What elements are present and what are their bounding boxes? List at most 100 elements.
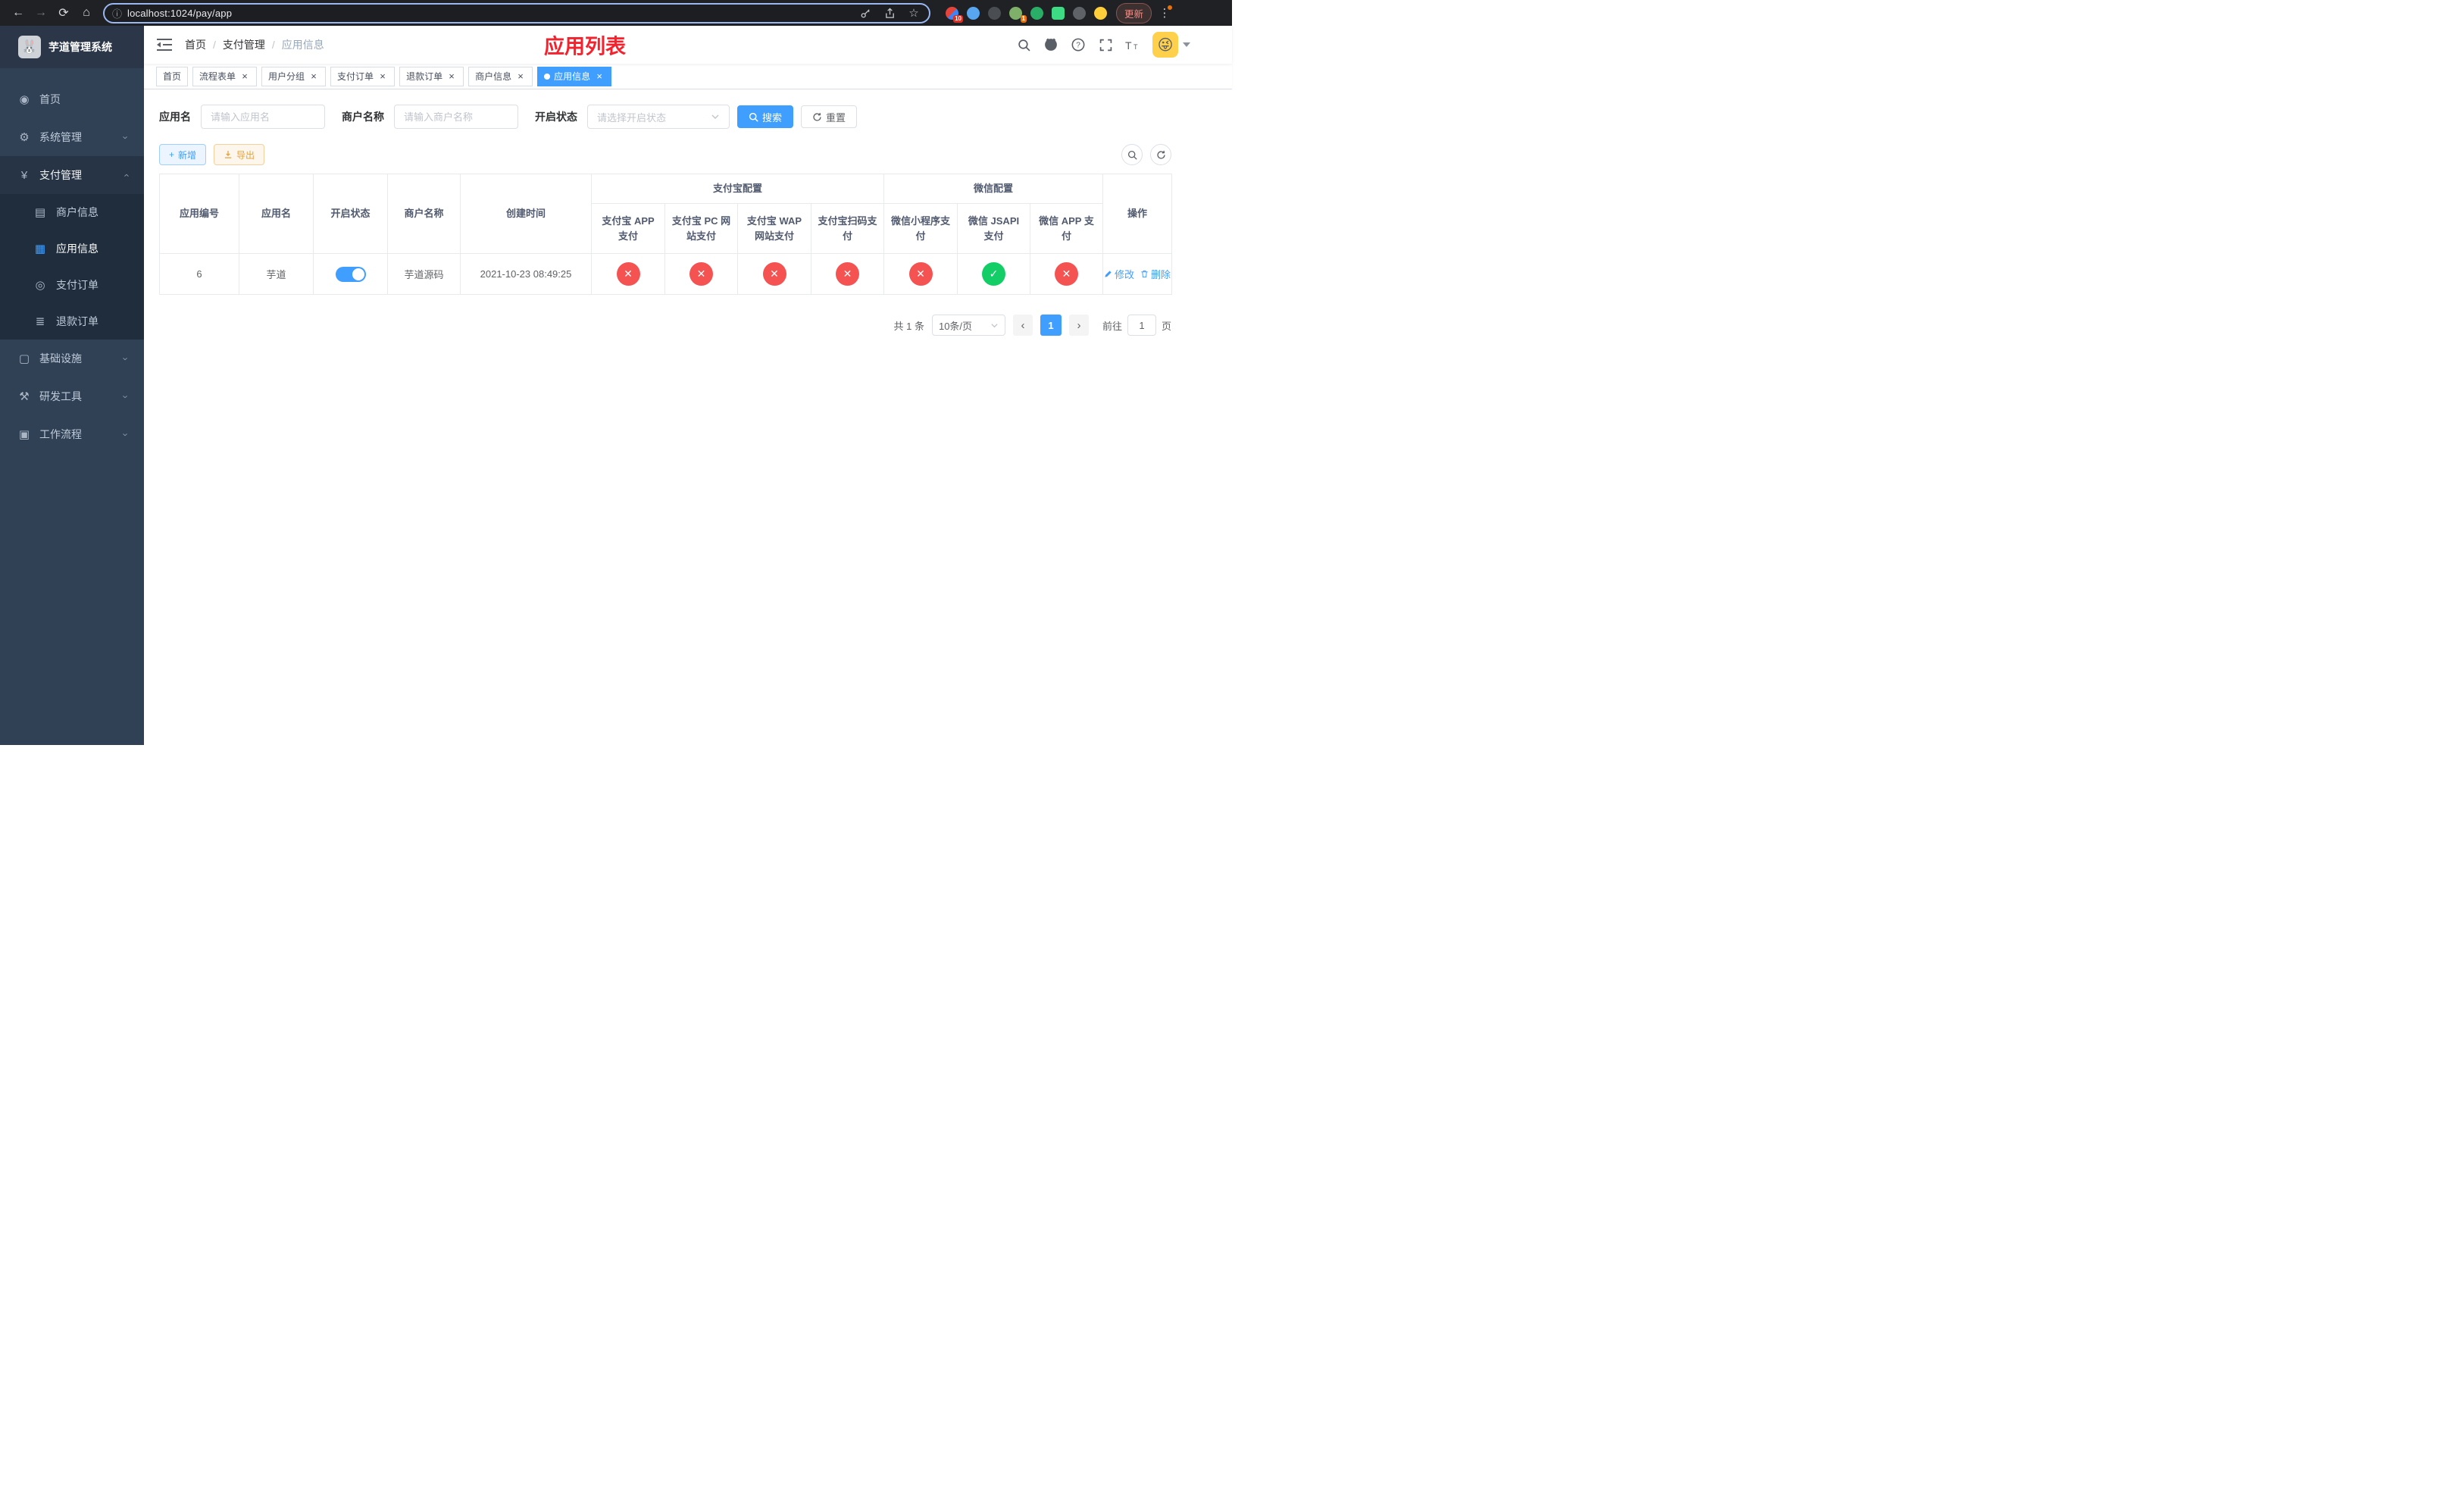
col-wx-app: 微信 APP 支付 bbox=[1030, 203, 1104, 255]
help-icon[interactable]: ? bbox=[1071, 37, 1086, 52]
pagination: 共 1 条 10条/页 ‹ 1 › 前往 页 bbox=[159, 315, 1171, 337]
notes-extension-icon[interactable] bbox=[1052, 6, 1065, 20]
reload-icon[interactable]: ⟳ bbox=[53, 2, 74, 23]
github-icon[interactable] bbox=[1043, 37, 1058, 52]
key-icon[interactable] bbox=[858, 5, 873, 20]
sidebar-item-merchant-info[interactable]: ▤ 商户信息 bbox=[0, 194, 144, 230]
avatar-extension-icon[interactable]: 1 bbox=[1009, 6, 1027, 23]
user-avatar-menu[interactable]: 😜 bbox=[1152, 32, 1190, 58]
alipay-pc-status-icon: ✕ bbox=[689, 262, 713, 286]
sidebar-item-payment[interactable]: ¥ 支付管理 › bbox=[0, 156, 144, 194]
address-bar[interactable]: ⓘ localhost:1024/pay/app ☆ bbox=[103, 2, 930, 23]
site-info-icon[interactable]: ⓘ bbox=[112, 6, 122, 20]
sidebar-item-dev-tools[interactable]: ⚒ 研发工具 › bbox=[0, 377, 144, 415]
fullscreen-icon[interactable] bbox=[1098, 37, 1113, 52]
cell-created: 2021-10-23 08:49:25 bbox=[460, 253, 592, 296]
col-status: 开启状态 bbox=[313, 173, 388, 255]
cell-merchant: 芋道源码 bbox=[387, 253, 461, 296]
wx-jsapi-status-icon: ✓ bbox=[982, 262, 1006, 286]
reset-button[interactable]: 重置 bbox=[801, 105, 858, 128]
pagination-total: 共 1 条 bbox=[893, 320, 924, 332]
merchant-name-input[interactable] bbox=[404, 111, 508, 123]
sidebar-item-infrastructure[interactable]: ▢ 基础设施 › bbox=[0, 340, 144, 377]
browser-menu-icon[interactable]: ⋮ bbox=[1156, 5, 1173, 20]
font-size-icon[interactable]: TT bbox=[1125, 37, 1140, 52]
dark-extension-icon[interactable] bbox=[988, 6, 1001, 20]
sidebar-item-home[interactable]: ◉ 首页 bbox=[0, 80, 144, 118]
export-button[interactable]: 导出 bbox=[214, 144, 265, 165]
tab-process-form[interactable]: 流程表单 × bbox=[192, 66, 258, 86]
sidebar-item-refund-orders[interactable]: ≣ 退款订单 bbox=[0, 303, 144, 340]
sidebar-item-workflow[interactable]: ▣ 工作流程 › bbox=[0, 415, 144, 453]
hide-search-button[interactable] bbox=[1121, 144, 1143, 165]
emoji-extension-icon[interactable] bbox=[1094, 6, 1107, 20]
dashboard-icon: ◉ bbox=[19, 93, 30, 106]
drop-extension-icon[interactable] bbox=[967, 6, 980, 20]
app-logo[interactable]: 🐰 芋道管理系统 bbox=[0, 26, 144, 68]
chevron-down-icon: › bbox=[120, 432, 132, 437]
cell-app-id: 6 bbox=[159, 253, 239, 296]
close-icon[interactable]: × bbox=[308, 71, 319, 82]
col-wx-mini: 微信小程序支付 bbox=[883, 203, 958, 255]
col-app-name: 应用名 bbox=[239, 173, 314, 255]
goto-page-input[interactable] bbox=[1127, 315, 1156, 337]
cell-status bbox=[313, 253, 388, 296]
logo-image: 🐰 bbox=[18, 36, 41, 58]
close-icon[interactable]: × bbox=[594, 71, 605, 82]
breadcrumb-payment[interactable]: 支付管理 bbox=[223, 37, 265, 52]
tab-refund-orders[interactable]: 退款订单 × bbox=[399, 66, 464, 86]
merchant-name-label: 商户名称 bbox=[342, 111, 384, 123]
hamburger-icon[interactable] bbox=[156, 38, 173, 52]
breadcrumb-home[interactable]: 首页 bbox=[185, 37, 206, 52]
payment-submenu: ▤ 商户信息 ▦ 应用信息 ◎ 支付订单 ≣ 退款订单 bbox=[0, 194, 144, 340]
col-alipay-pc: 支付宝 PC 网站支付 bbox=[664, 203, 738, 255]
home-icon[interactable]: ⌂ bbox=[76, 2, 97, 23]
delete-link[interactable]: 删除 bbox=[1140, 267, 1171, 281]
tab-merchant-info[interactable]: 商户信息 × bbox=[468, 66, 533, 86]
status-select[interactable]: 请选择开启状态 bbox=[587, 105, 730, 129]
bookmark-star-icon[interactable]: ☆ bbox=[906, 5, 921, 20]
active-dot bbox=[544, 73, 551, 80]
page-size-select[interactable]: 10条/页 bbox=[931, 315, 1005, 337]
refund-doc-icon: ≣ bbox=[35, 315, 45, 328]
close-icon[interactable]: × bbox=[377, 71, 388, 82]
status-toggle[interactable] bbox=[335, 266, 366, 282]
tab-user-group[interactable]: 用户分组 × bbox=[261, 66, 327, 86]
add-button[interactable]: + 新增 bbox=[159, 144, 207, 165]
sidebar-item-system[interactable]: ⚙ 系统管理 › bbox=[0, 118, 144, 156]
edit-link[interactable]: 修改 bbox=[1104, 267, 1134, 281]
extension-grid-icon[interactable]: 10 bbox=[946, 6, 963, 23]
wechat-extension-icon[interactable] bbox=[1030, 6, 1043, 20]
tab-pay-orders[interactable]: 支付订单 × bbox=[330, 66, 396, 86]
tab-home[interactable]: 首页 bbox=[156, 66, 189, 86]
search-button[interactable]: 搜索 bbox=[737, 105, 794, 128]
sidebar-item-app-info[interactable]: ▦ 应用信息 bbox=[0, 230, 144, 267]
sidebar-item-pay-orders[interactable]: ◎ 支付订单 bbox=[0, 267, 144, 303]
app-title: 芋道管理系统 bbox=[48, 41, 112, 53]
chevron-down-icon: › bbox=[120, 394, 132, 399]
alipay-qr-status-icon: ✕ bbox=[836, 262, 859, 286]
forward-icon[interactable]: → bbox=[30, 2, 52, 23]
app-name-input-box bbox=[201, 105, 325, 129]
next-page-button[interactable]: › bbox=[1068, 315, 1089, 337]
chevron-up-icon: › bbox=[120, 173, 132, 177]
search-icon[interactable] bbox=[1016, 37, 1031, 52]
app-table: 应用编号 应用名 开启状态 商户名称 创建时间 支付宝配置 微信配置 操作 支付… bbox=[159, 173, 1173, 296]
avatar: 😜 bbox=[1152, 32, 1178, 58]
gear-icon: ⚙ bbox=[19, 131, 30, 144]
chevron-down-icon bbox=[1183, 42, 1190, 47]
prev-page-button[interactable]: ‹ bbox=[1012, 315, 1033, 337]
close-icon[interactable]: × bbox=[239, 71, 250, 82]
back-icon[interactable]: ← bbox=[8, 2, 29, 23]
pin-extension-icon[interactable] bbox=[1073, 6, 1086, 20]
tab-app-info[interactable]: 应用信息 × bbox=[537, 66, 612, 86]
app-name-input[interactable] bbox=[211, 111, 315, 123]
close-icon[interactable]: × bbox=[515, 71, 526, 82]
close-icon[interactable]: × bbox=[446, 71, 457, 82]
chevron-down-icon bbox=[990, 321, 999, 330]
url-text[interactable]: localhost:1024/pay/app bbox=[127, 8, 232, 19]
refresh-button[interactable] bbox=[1150, 144, 1171, 165]
page-number-1[interactable]: 1 bbox=[1040, 315, 1062, 337]
share-icon[interactable] bbox=[882, 5, 897, 20]
browser-update-button[interactable]: 更新 bbox=[1116, 2, 1152, 23]
